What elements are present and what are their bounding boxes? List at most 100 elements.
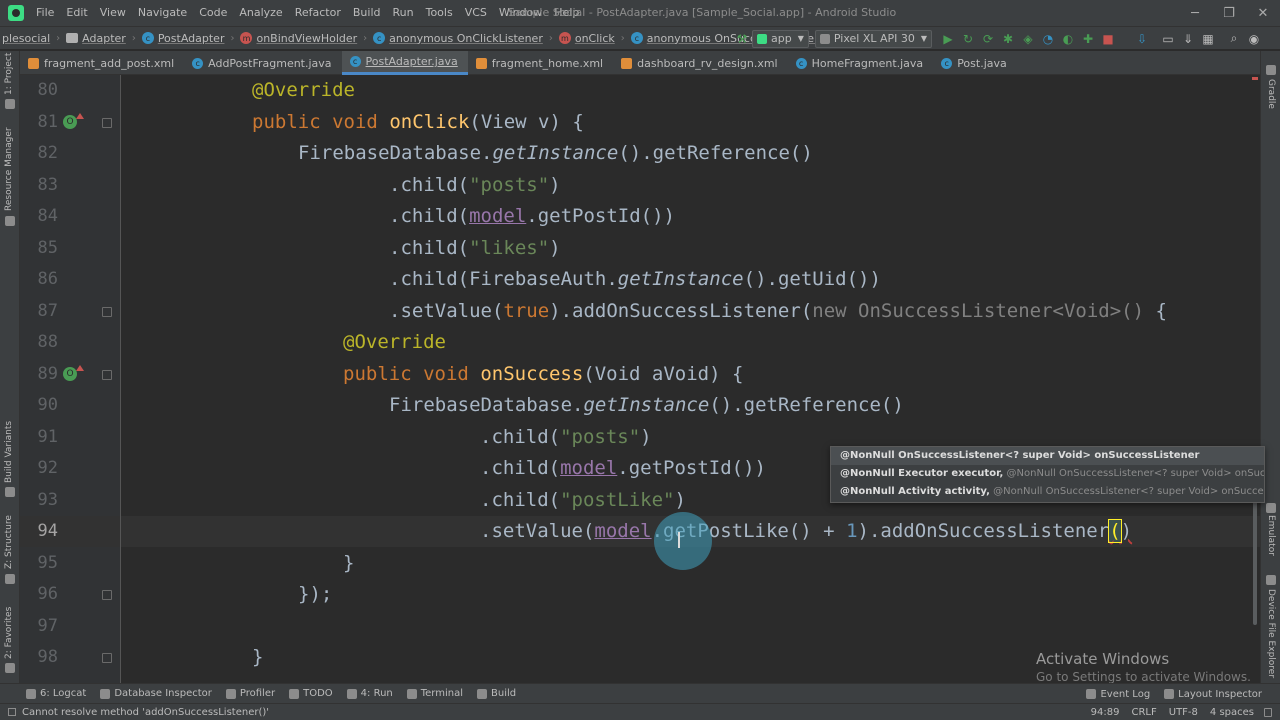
line-number[interactable]: 98 (20, 642, 58, 673)
run-tool[interactable]: 4: Run (341, 688, 401, 699)
search-icon[interactable]: ⌕ (1224, 29, 1244, 49)
parameter-option[interactable]: @NonNull OnSuccessListener<? super Void>… (831, 447, 1264, 465)
menu-analyze[interactable]: Analyze (233, 0, 288, 26)
breadcrumb-item[interactable]: c PostAdapter › (140, 32, 239, 45)
run-icon[interactable]: ▶ (938, 29, 958, 49)
gradle-tab[interactable]: Gradle (1266, 79, 1276, 109)
breadcrumb-item[interactable]: Adapter › (64, 32, 140, 45)
line-number[interactable]: 88 (20, 327, 58, 358)
stop-icon[interactable]: ■ (1098, 29, 1118, 49)
code-text[interactable]: }); (298, 579, 332, 610)
code-text[interactable]: .child("likes") (389, 233, 561, 264)
device-file-explorer-tab[interactable]: Device File Explorer (1266, 589, 1276, 678)
code-text[interactable]: } (343, 548, 354, 579)
fold-marker-icon[interactable] (102, 117, 112, 128)
menu-vcs[interactable]: VCS (459, 0, 493, 26)
structure-tab[interactable]: Z: Structure (4, 515, 14, 569)
code-line[interactable]: 94 .setValue(model.getPostLike() + 1).ad… (20, 516, 1260, 547)
menu-edit[interactable]: Edit (60, 0, 93, 26)
menu-run[interactable]: Run (387, 0, 420, 26)
parameter-option[interactable]: @NonNull Executor executor, @NonNull OnS… (831, 465, 1264, 483)
code-line[interactable]: 88 @Override (20, 327, 1260, 358)
resource-manager-tab[interactable]: Resource Manager (4, 127, 14, 211)
line-number[interactable]: 90 (20, 390, 58, 421)
editor-scrollbar[interactable] (1250, 77, 1260, 677)
file-encoding[interactable]: UTF-8 (1163, 707, 1204, 718)
override-marker-icon[interactable]: O (63, 112, 84, 129)
tab-fragment-home-xml[interactable]: fragment_home.xml (468, 51, 613, 75)
code-line[interactable]: 81 O public void onClick(View v) { (20, 107, 1260, 138)
database-inspector-tool[interactable]: Database Inspector (94, 688, 220, 699)
run-config-dropdown[interactable]: app ▼ (752, 29, 809, 48)
fold-marker-icon[interactable] (102, 590, 112, 600)
code-editor[interactable]: 80 @Override 81 O public void onClick(Vi… (20, 75, 1260, 683)
account-icon[interactable]: ◉ (1244, 29, 1264, 49)
project-panel-tab[interactable]: 1: Project (4, 53, 14, 95)
code-text[interactable]: .child("posts") (389, 170, 561, 201)
line-number[interactable]: 80 (20, 75, 58, 106)
fold-marker-icon[interactable] (102, 653, 112, 663)
code-line[interactable]: 80 @Override (20, 75, 1260, 106)
todo-tool[interactable]: TODO (283, 688, 341, 699)
code-text[interactable]: .setValue(model.getPostLike() + 1).addOn… (480, 516, 1132, 547)
build-tool[interactable]: Build (471, 688, 524, 699)
emulator-tab[interactable]: Emulator (1266, 515, 1276, 556)
code-text[interactable]: @Override (252, 75, 355, 106)
code-line[interactable]: 85 .child("likes") (20, 233, 1260, 264)
caret-position[interactable]: 94:89 (1085, 707, 1126, 718)
layout-icon[interactable]: ▦ (1198, 29, 1218, 49)
code-text[interactable]: FirebaseDatabase.getInstance().getRefere… (298, 138, 813, 169)
tab-addpostfragment-java[interactable]: c AddPostFragment.java (184, 51, 341, 75)
attach-process-icon[interactable]: ✚ (1078, 29, 1098, 49)
maximize-button[interactable]: ❐ (1212, 0, 1246, 26)
code-line[interactable]: 95 } (20, 548, 1260, 579)
scrollbar-thumb[interactable] (1253, 489, 1257, 625)
breadcrumb-item[interactable]: m onBindViewHolder › (238, 32, 371, 45)
code-text[interactable]: } (252, 642, 263, 673)
breadcrumb-item[interactable]: c anonymous OnClickListener › (371, 32, 557, 45)
menu-navigate[interactable]: Navigate (132, 0, 193, 26)
code-text[interactable]: public void onClick(View v) { (252, 107, 584, 138)
lock-icon[interactable] (1264, 708, 1272, 717)
code-line[interactable]: 90 FirebaseDatabase.getInstance().getRef… (20, 390, 1260, 421)
line-separator[interactable]: CRLF (1125, 707, 1162, 718)
code-line[interactable]: 89 O public void onSuccess(Void aVoid) { (20, 359, 1260, 390)
line-number[interactable]: 87 (20, 296, 58, 327)
coverage-icon[interactable]: ◐ (1058, 29, 1078, 49)
sync-icon[interactable]: ⇩ (1132, 29, 1152, 49)
override-marker-icon[interactable]: O (63, 364, 84, 381)
breadcrumb-item[interactable]: plesocial › (0, 32, 64, 45)
error-stripe-marker[interactable] (1252, 77, 1258, 80)
line-number[interactable]: 91 (20, 422, 58, 453)
tab-postadapter-java[interactable]: c PostAdapter.java (341, 51, 468, 75)
line-number[interactable]: 84 (20, 201, 58, 232)
fold-marker-icon[interactable] (102, 306, 112, 317)
code-text[interactable]: public void onSuccess(Void aVoid) { (343, 359, 743, 390)
terminal-tool[interactable]: Terminal (401, 688, 471, 699)
code-line[interactable]: 82 FirebaseDatabase.getInstance().getRef… (20, 138, 1260, 169)
tab-homefragment-java[interactable]: c HomeFragment.java (788, 51, 934, 75)
line-number[interactable]: 82 (20, 138, 58, 169)
apply-changes-icon[interactable]: ⟳ (978, 29, 998, 49)
tab-dashboard-rv-design-xml[interactable]: dashboard_rv_design.xml (613, 51, 788, 75)
line-number[interactable]: 94 (20, 516, 58, 547)
debug-icon[interactable]: ✱ (998, 29, 1018, 49)
code-text[interactable]: .child(model.getPostId()) (389, 201, 675, 232)
line-number[interactable]: 86 (20, 264, 58, 295)
line-number[interactable]: 81 (20, 107, 58, 138)
code-line[interactable]: 86 .child(FirebaseAuth.getInstance().get… (20, 264, 1260, 295)
line-number[interactable]: 89 (20, 359, 58, 390)
code-line[interactable]: 84 .child(model.getPostId()) (20, 201, 1260, 232)
breadcrumb-item[interactable]: m onClick › (557, 32, 629, 45)
line-number[interactable]: 83 (20, 170, 58, 201)
code-text[interactable]: FirebaseDatabase.getInstance().getRefere… (389, 390, 904, 421)
indent-setting[interactable]: 4 spaces (1204, 707, 1260, 718)
hammer-icon[interactable]: ⚒ (732, 29, 752, 49)
line-number[interactable]: 96 (20, 579, 58, 610)
avd-manager-icon[interactable]: ▭ (1158, 29, 1178, 49)
menu-view[interactable]: View (94, 0, 132, 26)
tab-fragment-add-post-xml[interactable]: fragment_add_post.xml (20, 51, 184, 75)
line-number[interactable]: 97 (20, 611, 58, 642)
device-dropdown[interactable]: Pixel XL API 30 ▼ (814, 29, 933, 48)
menu-code[interactable]: Code (193, 0, 233, 26)
